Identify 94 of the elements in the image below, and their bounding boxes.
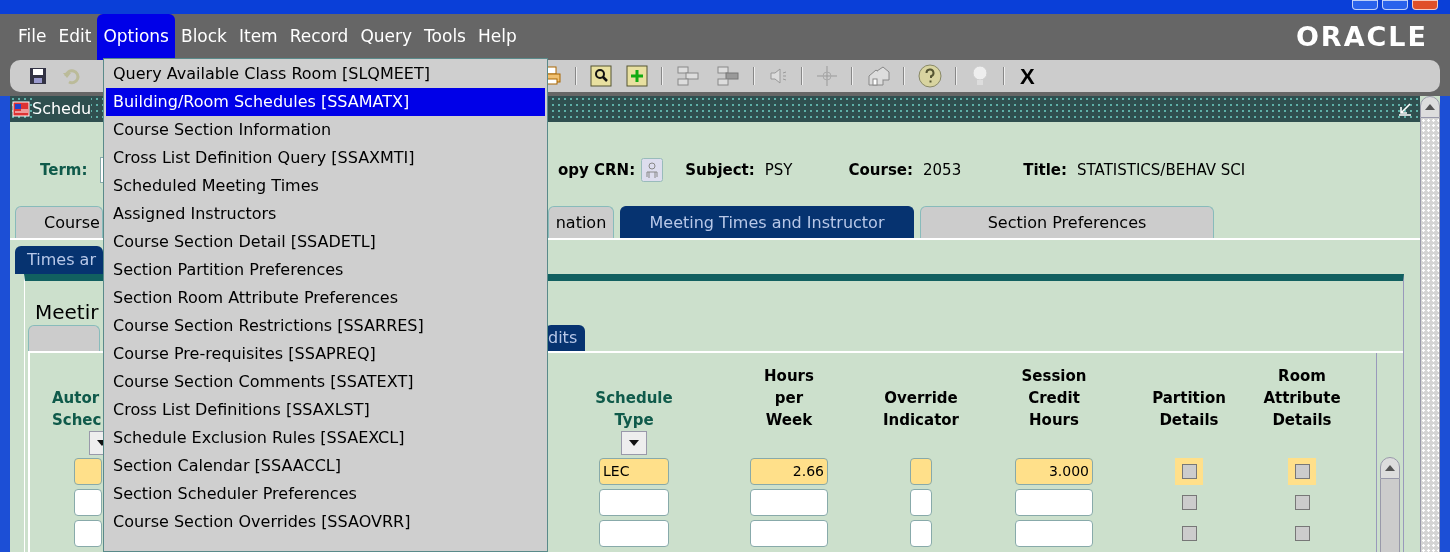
checkbox[interactable] [1181, 464, 1197, 479]
close-form-button[interactable]: X [1018, 59, 1037, 93]
column-header: Hours per Week [764, 366, 814, 431]
save-icon[interactable] [28, 66, 48, 86]
input-field[interactable] [750, 489, 828, 516]
tab[interactable]: Times ar [15, 246, 103, 274]
scroll-up-button[interactable] [1420, 96, 1440, 118]
field-value: 2053 [923, 159, 962, 181]
column-header: Partition Details [1152, 388, 1226, 431]
menu-item[interactable]: Schedule Exclusion Rules [SSAEXCL] [106, 424, 545, 452]
crosshair-icon[interactable] [816, 65, 838, 87]
menu-item[interactable]: Course Section Information [106, 116, 545, 144]
tab[interactable]: Course [15, 206, 103, 238]
brand-logo: ORACLE [1295, 19, 1428, 54]
checkbox[interactable] [1294, 526, 1310, 541]
column-header: Schedule Type [595, 388, 673, 431]
house-icon[interactable] [866, 65, 890, 87]
tab[interactable] [28, 325, 100, 351]
menu-item[interactable]: Record [283, 14, 355, 60]
menu-item[interactable]: Query Available Class Room [SLQMEET] [106, 60, 545, 88]
input-field[interactable] [74, 520, 102, 547]
minimize-button[interactable] [1352, 0, 1378, 10]
column-header: Autor Schec [52, 388, 102, 431]
input-field[interactable] [1015, 489, 1093, 516]
restore-icon[interactable] [1398, 102, 1412, 116]
section-title: Meetir [35, 299, 100, 325]
lightbulb-icon[interactable] [970, 65, 990, 87]
input-field[interactable] [910, 489, 932, 516]
menu-item[interactable]: Tools [418, 14, 472, 60]
input-field[interactable] [599, 489, 669, 516]
input-field[interactable] [910, 458, 932, 485]
column-header: Override Indicator [883, 388, 959, 431]
person-icon[interactable] [641, 158, 664, 182]
menu-item[interactable]: Item [232, 14, 284, 60]
menu-item[interactable]: Section Partition Preferences [106, 256, 545, 284]
field-value: PSY [764, 159, 793, 181]
search-icon[interactable] [590, 65, 612, 87]
input-field[interactable]: LEC [599, 458, 669, 485]
menu-item[interactable]: Course Section Detail [SSADETL] [106, 228, 545, 256]
input-field[interactable]: 2.66 [750, 458, 828, 485]
menu-item[interactable]: Query [354, 14, 419, 60]
tab[interactable]: dits [545, 325, 585, 351]
menu-item[interactable]: Course Section Comments [SSATEXT] [106, 368, 545, 396]
field-value: STATISTICS/BEHAV SCI [1077, 159, 1246, 181]
input-field[interactable] [74, 489, 102, 516]
up-arrow-icon [1385, 465, 1395, 471]
term-label: Term: [40, 159, 89, 181]
input-field[interactable] [750, 520, 828, 547]
column-header: Room Attribute Details [1263, 366, 1341, 431]
menu-item[interactable]: Course Pre-requisites [SSAPREQ] [106, 340, 545, 368]
tab[interactable]: nation [548, 206, 614, 238]
copy-crn-label: opy CRN: [558, 159, 636, 181]
speaker-icon[interactable] [768, 66, 788, 86]
menu-item[interactable]: Block [174, 14, 233, 60]
menu-item[interactable]: Section Scheduler Preferences [106, 480, 545, 508]
maximize-button[interactable] [1382, 0, 1408, 10]
input-field[interactable] [599, 520, 669, 547]
checkbox[interactable] [1181, 495, 1197, 510]
scroll-up-button[interactable] [1380, 457, 1400, 479]
menu-item[interactable]: Course Section Restrictions [SSARRES] [106, 312, 545, 340]
input-field[interactable]: 3.000 [1015, 458, 1093, 485]
add-icon[interactable] [626, 65, 648, 87]
menu-item[interactable]: File [12, 14, 53, 60]
tab[interactable]: Section Preferences [920, 206, 1214, 238]
menu-item[interactable]: Assigned Instructors [106, 200, 545, 228]
tab[interactable]: Meeting Times and Instructor [620, 206, 914, 238]
up-arrow-icon [1425, 104, 1435, 110]
blocks-icon[interactable] [716, 65, 740, 87]
menu-item[interactable]: Edit [52, 14, 98, 60]
field-label: Title: [1023, 159, 1068, 181]
input-field[interactable] [910, 520, 932, 547]
dropdown-button[interactable] [621, 431, 647, 455]
field-label: Subject: [685, 159, 755, 181]
checkbox[interactable] [1294, 464, 1310, 479]
close-button[interactable] [1412, 0, 1438, 10]
column-header: Session Credit Hours [1021, 366, 1087, 431]
checkbox[interactable] [1181, 526, 1197, 541]
menu-item[interactable]: Options [97, 14, 175, 60]
input-field[interactable] [74, 458, 102, 485]
menu-item[interactable]: Section Room Attribute Preferences [106, 284, 545, 312]
menu-item[interactable]: Scheduled Meeting Times [106, 172, 545, 200]
field-label: Course: [848, 159, 913, 181]
menu-item[interactable]: Section Calendar [SSAACCL] [106, 452, 545, 480]
blocks-icon[interactable] [676, 65, 700, 87]
input-field[interactable] [1015, 520, 1093, 547]
menu-item[interactable]: Cross List Definition Query [SSAXMTI] [106, 144, 545, 172]
menu-item[interactable]: Cross List Definitions [SSAXLST] [106, 396, 545, 424]
menu-item[interactable]: Building/Room Schedules [SSAMATX] [106, 88, 545, 116]
menu-item[interactable]: Help [471, 14, 523, 60]
help-icon[interactable] [918, 64, 942, 88]
caret-icon [629, 440, 639, 446]
form-title: Schedu [32, 97, 92, 121]
menu-item[interactable]: Course Section Overrides [SSAOVRR] [106, 508, 545, 536]
checkbox[interactable] [1294, 495, 1310, 510]
